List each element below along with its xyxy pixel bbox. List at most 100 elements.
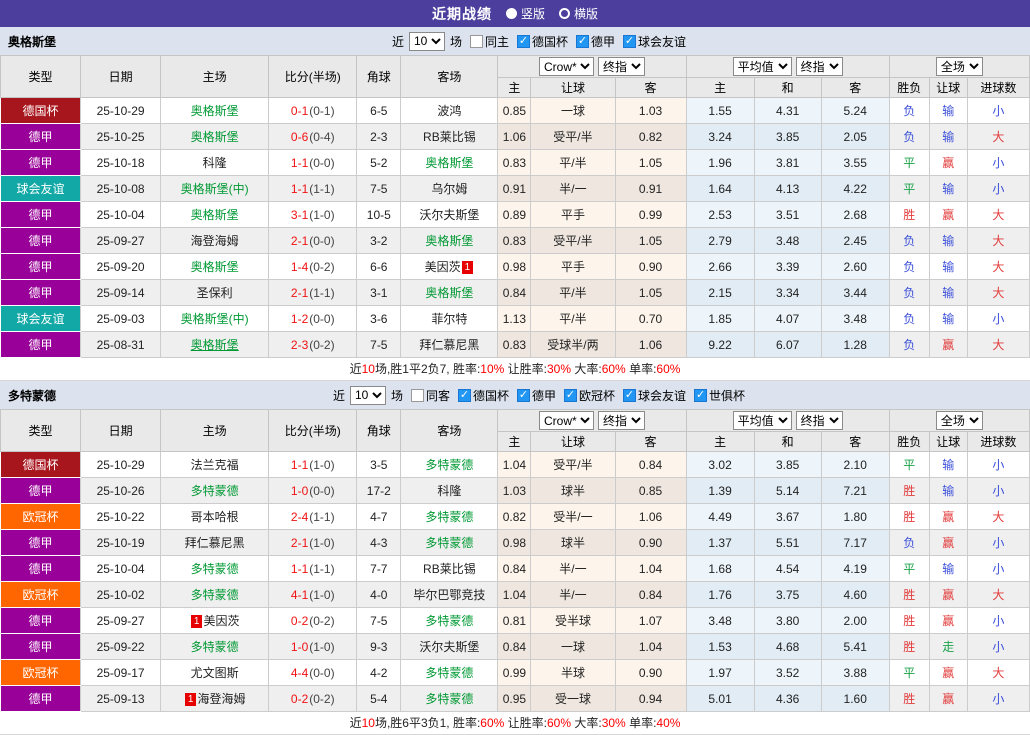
- home-team-link[interactable]: 奥格斯堡(中): [181, 182, 249, 196]
- fulltime-score: 3-1: [290, 207, 309, 222]
- home-team-link[interactable]: 奥格斯堡: [191, 104, 239, 118]
- odds-group-header: Crow* 终指: [497, 409, 687, 432]
- home-team-cell: 法兰克福: [160, 451, 270, 478]
- home-team-link[interactable]: 海登海姆: [191, 234, 239, 248]
- competition-checkbox[interactable]: ✓ 欧冠杯: [564, 387, 615, 404]
- odds-source-select[interactable]: 终指: [795, 411, 843, 430]
- halftime-score: (1-0): [309, 207, 335, 222]
- away-team-link[interactable]: 多特蒙德: [425, 458, 473, 472]
- home-team-link[interactable]: 科隆: [203, 156, 227, 170]
- odds-source-select[interactable]: 全场: [935, 57, 983, 76]
- column-header: 角球: [356, 55, 402, 98]
- away-team-link[interactable]: 多特蒙德: [425, 614, 473, 628]
- layout-radio-horizontal[interactable]: 横版: [559, 5, 598, 22]
- away-team-link[interactable]: 奥格斯堡: [425, 234, 473, 248]
- handicap-odds-home: 0.84: [497, 555, 532, 582]
- away-team-link[interactable]: 波鸿: [437, 104, 461, 118]
- odds-source-select[interactable]: Crow*: [538, 57, 594, 76]
- match-date: 25-08-31: [80, 331, 162, 358]
- home-team-link[interactable]: 拜仁慕尼黑: [185, 536, 245, 550]
- match-date: 25-10-02: [80, 581, 162, 608]
- home-team-link[interactable]: 奥格斯堡: [191, 260, 239, 274]
- away-team-link[interactable]: 沃尔夫斯堡: [419, 640, 479, 654]
- sub-column-header: 让球: [530, 431, 616, 452]
- away-team-link[interactable]: 菲尔特: [431, 312, 467, 326]
- match-row: 欧冠杯 25-09-17 尤文图斯 4-4(0-0) 4-2 多特蒙德 0.99 半球 0.90…: [0, 659, 1030, 686]
- competition-checkbox[interactable]: ✓ 球会友谊: [623, 33, 686, 50]
- result-winloss-cell: 胜: [888, 633, 930, 660]
- odds-source-select[interactable]: 平均值: [732, 57, 792, 76]
- home-team-link[interactable]: 海登海姆: [197, 692, 245, 706]
- halftime-score: (0-1): [309, 103, 335, 118]
- fulltime-score: 2-4: [290, 509, 309, 524]
- away-team-link[interactable]: 多特蒙德: [425, 510, 473, 524]
- home-team-link[interactable]: 哥本哈根: [191, 510, 239, 524]
- home-team-link[interactable]: 奥格斯堡: [191, 208, 239, 222]
- header-row-top: 类型 日期 主场 比分(半场) 角球 客场 Crow* 终指 平均值 终指 全场: [0, 409, 1030, 452]
- odds-source-select[interactable]: 平均值: [732, 411, 792, 430]
- home-team-link[interactable]: 圣保利: [197, 286, 233, 300]
- sub-column-header: 让球: [530, 77, 616, 98]
- away-team-link[interactable]: 奥格斯堡: [425, 156, 473, 170]
- recent-count-select[interactable]: 10: [408, 31, 445, 51]
- home-team-link[interactable]: 美因茨: [203, 614, 239, 628]
- home-team-link[interactable]: 奥格斯堡: [191, 338, 239, 352]
- results-table: 类型 日期 主场 比分(半场) 角球 客场 Crow* 终指 平均值 终指 全场主让球客主和客胜负让…: [0, 55, 1030, 358]
- recent-prefix-label: 近: [332, 388, 345, 403]
- away-team-link[interactable]: RB莱比锡: [423, 130, 476, 144]
- fulltime-score: 1-1: [290, 457, 309, 472]
- competition-checkbox[interactable]: ✓ 世俱杯: [694, 387, 745, 404]
- handicap-odds-home: 0.83: [497, 331, 532, 358]
- odds-source-select[interactable]: 终指: [597, 57, 645, 76]
- column-header: 客场: [400, 55, 499, 98]
- away-team-link[interactable]: 多特蒙德: [425, 692, 473, 706]
- result-handicap: 输: [942, 130, 955, 144]
- competition-checkbox[interactable]: ✓ 球会友谊: [623, 387, 686, 404]
- away-team-link[interactable]: 毕尔巴鄂竞技: [413, 588, 485, 602]
- result-handicap-cell: 赢: [928, 607, 968, 634]
- recent-count-select[interactable]: 10: [349, 385, 386, 405]
- competition-checkbox[interactable]: ✓ 德国杯: [457, 387, 509, 404]
- away-team-link[interactable]: 拜仁慕尼黑: [419, 338, 479, 352]
- away-team-link[interactable]: 多特蒙德: [425, 666, 473, 680]
- layout-radio-vertical[interactable]: 竖版: [505, 5, 545, 22]
- home-team-link[interactable]: 法兰克福: [191, 458, 239, 472]
- odds-source-select[interactable]: Crow*: [538, 411, 594, 430]
- home-team-link[interactable]: 多特蒙德: [191, 640, 239, 654]
- home-team-link[interactable]: 多特蒙德: [191, 484, 239, 498]
- summary-line: 近10场,胜6平3负1, 胜率:60% 让胜率:60% 大率:30% 单率:40…: [0, 712, 1030, 735]
- fulltime-score: 0-2: [290, 613, 309, 628]
- home-team-link[interactable]: 奥格斯堡: [191, 130, 239, 144]
- match-type-label: 德甲: [28, 562, 53, 576]
- odds-source-select[interactable]: 全场: [935, 411, 983, 430]
- home-team-link[interactable]: 奥格斯堡(中): [181, 312, 249, 326]
- away-team-link[interactable]: 乌尔姆: [431, 182, 467, 196]
- same-venue-checkbox[interactable]: 同主: [469, 33, 509, 50]
- competition-checkbox[interactable]: ✓ 德甲: [576, 33, 615, 50]
- result-goals: 小: [992, 536, 1005, 550]
- result-goals: 小: [992, 104, 1005, 118]
- away-team-link[interactable]: RB莱比锡: [423, 562, 476, 576]
- home-team-link[interactable]: 多特蒙德: [191, 562, 239, 576]
- avg-odds-away: 4.22: [820, 175, 890, 202]
- away-team-link[interactable]: 沃尔夫斯堡: [419, 208, 479, 222]
- summary-segment: 10: [361, 362, 375, 376]
- away-team-link[interactable]: 多特蒙德: [425, 536, 473, 550]
- same-venue-checkbox[interactable]: 同客: [410, 387, 450, 404]
- away-team-cell: 多特蒙德: [400, 529, 499, 556]
- result-handicap: 赢: [942, 588, 955, 602]
- away-team-link[interactable]: 美因茨: [425, 260, 461, 274]
- result-handicap-cell: 输: [928, 451, 968, 478]
- handicap-odds-home: 0.89: [497, 201, 532, 228]
- away-team-link[interactable]: 奥格斯堡: [425, 286, 473, 300]
- home-team-link[interactable]: 尤文图斯: [191, 666, 239, 680]
- odds-source-select[interactable]: 终指: [597, 411, 645, 430]
- result-handicap: 输: [942, 312, 955, 326]
- away-team-link[interactable]: 科隆: [437, 484, 461, 498]
- checked-checkbox-icon: ✓: [517, 388, 530, 402]
- competition-checkbox[interactable]: ✓ 德甲: [517, 387, 556, 404]
- competition-checkbox[interactable]: ✓ 德国杯: [517, 33, 568, 50]
- home-team-link[interactable]: 多特蒙德: [191, 588, 239, 602]
- summary-segment: 60%: [656, 362, 681, 376]
- odds-source-select[interactable]: 终指: [795, 57, 843, 76]
